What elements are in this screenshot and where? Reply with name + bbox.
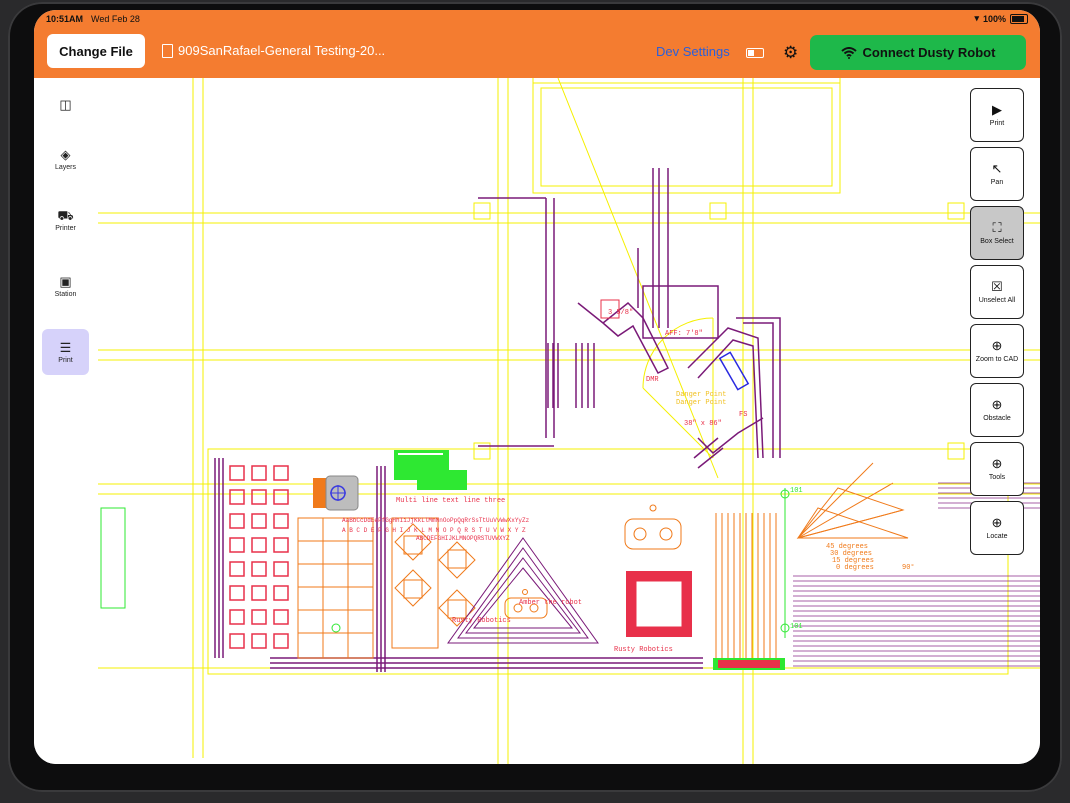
app-screen: 10:51AM Wed Feb 28 ▾ 100% Change File 90… xyxy=(34,10,1040,764)
cad-text: Danger Point xyxy=(676,399,726,407)
pan-tool-button[interactable]: ↖ Pan xyxy=(970,147,1024,201)
cad-text: Multi line text line three xyxy=(396,497,505,505)
sidebar-item-label: Printer xyxy=(55,224,76,232)
tools-tool-button[interactable]: ⊕ Tools xyxy=(970,442,1024,496)
print-list-icon: ☰ xyxy=(59,339,72,355)
station-icon: ▣ xyxy=(59,273,72,289)
left-sidebar: ◫ ◈ Layers ⛟ Printer ▣ Station ☰ Print xyxy=(34,78,98,764)
zoom-icon: ⊕ xyxy=(991,456,1003,471)
cad-text: Rusty Robotics xyxy=(452,617,511,625)
locate-tool-button[interactable]: ⊕ Locate xyxy=(970,501,1024,555)
tool-label: Obstacle xyxy=(983,415,1011,422)
play-icon: ▶ xyxy=(992,102,1002,117)
sidebar-item-label: Layers xyxy=(54,163,76,171)
sidebar-item-station[interactable]: ▣ Station xyxy=(42,263,89,309)
print-tool-button[interactable]: ▶ Print xyxy=(970,88,1024,142)
tool-label: Unselect All xyxy=(978,297,1016,304)
cad-text: ABCDEFGHIJKLMNOPQRSTUVWXYZ xyxy=(416,535,510,542)
sidebar-toggle[interactable]: ◫ xyxy=(42,83,89,129)
box-select-tool-button[interactable]: ⛶ Box Select xyxy=(970,206,1024,260)
cad-text: DMR xyxy=(646,376,659,384)
robot-marker[interactable] xyxy=(313,475,359,511)
sidebar-item-print[interactable]: ☰ Print xyxy=(42,329,89,375)
sidebar-item-printer[interactable]: ⛟ Printer xyxy=(42,197,89,243)
tool-label: Print xyxy=(989,120,1005,127)
arrow-pointer-icon: ↖ xyxy=(991,161,1003,176)
dev-settings-link[interactable]: Dev Settings xyxy=(656,44,730,59)
zoom-icon: ⊕ xyxy=(991,515,1003,530)
cad-text: FS xyxy=(739,411,747,419)
top-navbar: Change File 909SanRafael-General Testing… xyxy=(34,28,1040,78)
cad-text: 90° xyxy=(902,563,915,572)
cad-text: 38" x 86" xyxy=(684,420,722,428)
cad-text: A B C D E F G H I J K L M N O P Q R S T … xyxy=(342,527,526,534)
unselect-all-tool-button[interactable]: ☒ Unselect All xyxy=(970,265,1024,319)
status-time: 10:51AM xyxy=(46,14,84,24)
cad-orange-grid xyxy=(297,462,909,659)
sidebar-item-layers[interactable]: ◈ Layers xyxy=(42,136,89,182)
sidebar-toggle-icon: ◫ xyxy=(59,97,72,112)
zoom-icon: ⊕ xyxy=(991,397,1003,412)
layers-icon: ◈ xyxy=(60,146,71,162)
cad-red-square-frame xyxy=(626,571,692,637)
zoom-to-cad-tool-button[interactable]: ⊕ Zoom to CAD xyxy=(970,324,1024,378)
tool-label: Locate xyxy=(986,533,1008,540)
wifi-icon xyxy=(840,46,857,59)
cad-text: Amber the robot xyxy=(519,599,582,607)
tool-label: Box Select xyxy=(980,238,1014,245)
file-name[interactable]: 909SanRafael-General Testing-20... xyxy=(162,43,385,58)
cad-text: AFF: 7'8" xyxy=(665,330,703,338)
tool-label: Zoom to CAD xyxy=(975,356,1019,363)
cad-text: Rusty Robotics xyxy=(614,646,673,654)
zoom-icon: ⊕ xyxy=(991,338,1003,353)
obstacle-tool-button[interactable]: ⊕ Obstacle xyxy=(970,383,1024,437)
connect-robot-button[interactable]: Connect Dusty Robot xyxy=(810,35,1026,70)
battery-icon xyxy=(1010,13,1028,24)
cad-canvas[interactable]: 3 5/8" AFF: 7'8" 38" x 86" Multi line te… xyxy=(98,77,1040,764)
file-name-label: 909SanRafael-General Testing-20... xyxy=(178,43,386,58)
printer-icon: ⛟ xyxy=(57,207,74,223)
gear-icon[interactable]: ⚙ xyxy=(783,43,798,63)
status-right: ▾ 100% xyxy=(974,13,1028,24)
cad-text: Danger Point xyxy=(676,391,726,399)
battery-percent: 100% xyxy=(982,13,1006,24)
cad-text: 3 5/8" xyxy=(608,309,633,317)
tool-label: Pan xyxy=(990,179,1004,186)
cad-text: 101 xyxy=(790,487,803,495)
box-select-icon: ⛶ xyxy=(992,220,1002,235)
sidebar-item-label: Station xyxy=(54,290,77,298)
wifi-icon: ▾ xyxy=(974,13,979,23)
cad-drawing[interactable]: 3 5/8" AFF: 7'8" 38" x 86" Multi line te… xyxy=(98,77,1040,764)
unselect-icon: ☒ xyxy=(991,279,1003,294)
status-date: Wed Feb 28 xyxy=(91,14,140,24)
document-icon xyxy=(162,43,173,58)
cad-red-squares xyxy=(229,465,289,649)
connect-label: Connect Dusty Robot xyxy=(862,45,996,60)
cad-text: AaBbCcDdEeFfGgHhIiJjKkLlMmNnOoPpQqRrSsTt… xyxy=(342,517,530,524)
change-file-button[interactable]: Change File xyxy=(47,34,145,68)
tool-label: Tools xyxy=(988,474,1006,481)
status-bar: 10:51AM Wed Feb 28 ▾ 100% xyxy=(34,10,1040,28)
sidebar-item-label: Print xyxy=(58,356,73,364)
robot-battery-icon xyxy=(746,48,764,58)
cad-text: 0 degrees xyxy=(836,564,874,572)
cad-text: 101 xyxy=(790,623,803,631)
